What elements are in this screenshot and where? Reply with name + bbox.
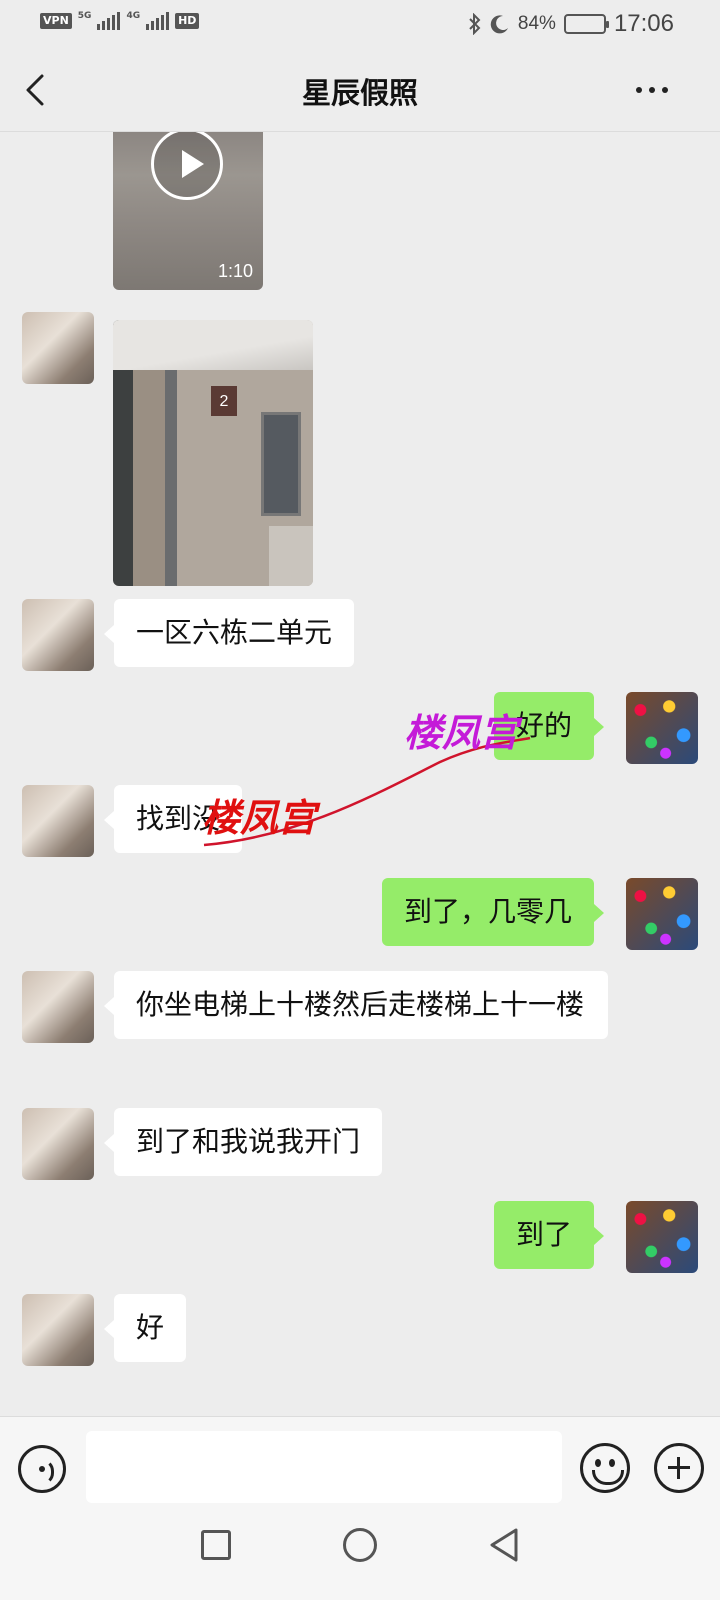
system-nav-bar [0, 1516, 720, 1600]
page-title: 星辰假照 [301, 76, 418, 110]
back-triangle-icon[interactable] [486, 1526, 522, 1564]
bluetooth-icon [469, 13, 481, 35]
more-dots-icon[interactable] [636, 78, 676, 102]
avatar[interactable] [626, 1201, 698, 1273]
watermark-text: 楼凤宫 [202, 796, 317, 840]
input-bar [0, 1416, 720, 1516]
recents-button[interactable] [201, 1530, 231, 1560]
avatar[interactable] [22, 1294, 94, 1366]
emoji-icon[interactable] [580, 1443, 630, 1493]
plus-icon[interactable] [654, 1443, 704, 1493]
battery-percent: 84% [517, 13, 556, 34]
message-bubble-in[interactable]: 你坐电梯上十楼然后走楼梯上十一楼 [104, 971, 608, 1039]
status-left: VPN 5G 4G HD [40, 10, 200, 30]
battery-icon [563, 14, 609, 34]
watermark-swoosh [203, 736, 531, 847]
avatar[interactable] [22, 1108, 94, 1180]
home-button[interactable] [343, 1528, 377, 1562]
clock: 17:06 [613, 10, 674, 37]
hd-badge: HD [175, 13, 200, 29]
voice-icon[interactable] [18, 1445, 66, 1493]
message-input[interactable] [86, 1431, 562, 1503]
status-right: 84% 17:06 [468, 10, 674, 38]
signal-icon [97, 12, 121, 30]
message-bubble-out[interactable]: 到了 [493, 1201, 605, 1269]
network-type-5g: 5G [77, 10, 92, 21]
moon-icon [490, 15, 508, 34]
chat-area[interactable]: 1:10 2 一区六栋二单元 好的 找到没 到了，几零几 你坐电梯上十楼然后走楼… [0, 132, 720, 1416]
watermark-text: 楼凤宫 [404, 711, 519, 755]
network-type-4g: 4G [126, 10, 141, 21]
vpn-badge: VPN [40, 13, 72, 29]
signal-icon [146, 12, 170, 30]
message-bubble-in[interactable]: 到了和我说我开门 [103, 1108, 383, 1176]
message-bubble-in[interactable]: 好 [103, 1294, 187, 1362]
avatar[interactable] [22, 971, 94, 1043]
chat-header: 星辰假照 [0, 48, 720, 132]
status-bar: VPN 5G 4G HD 84% 17:06 [0, 0, 720, 48]
